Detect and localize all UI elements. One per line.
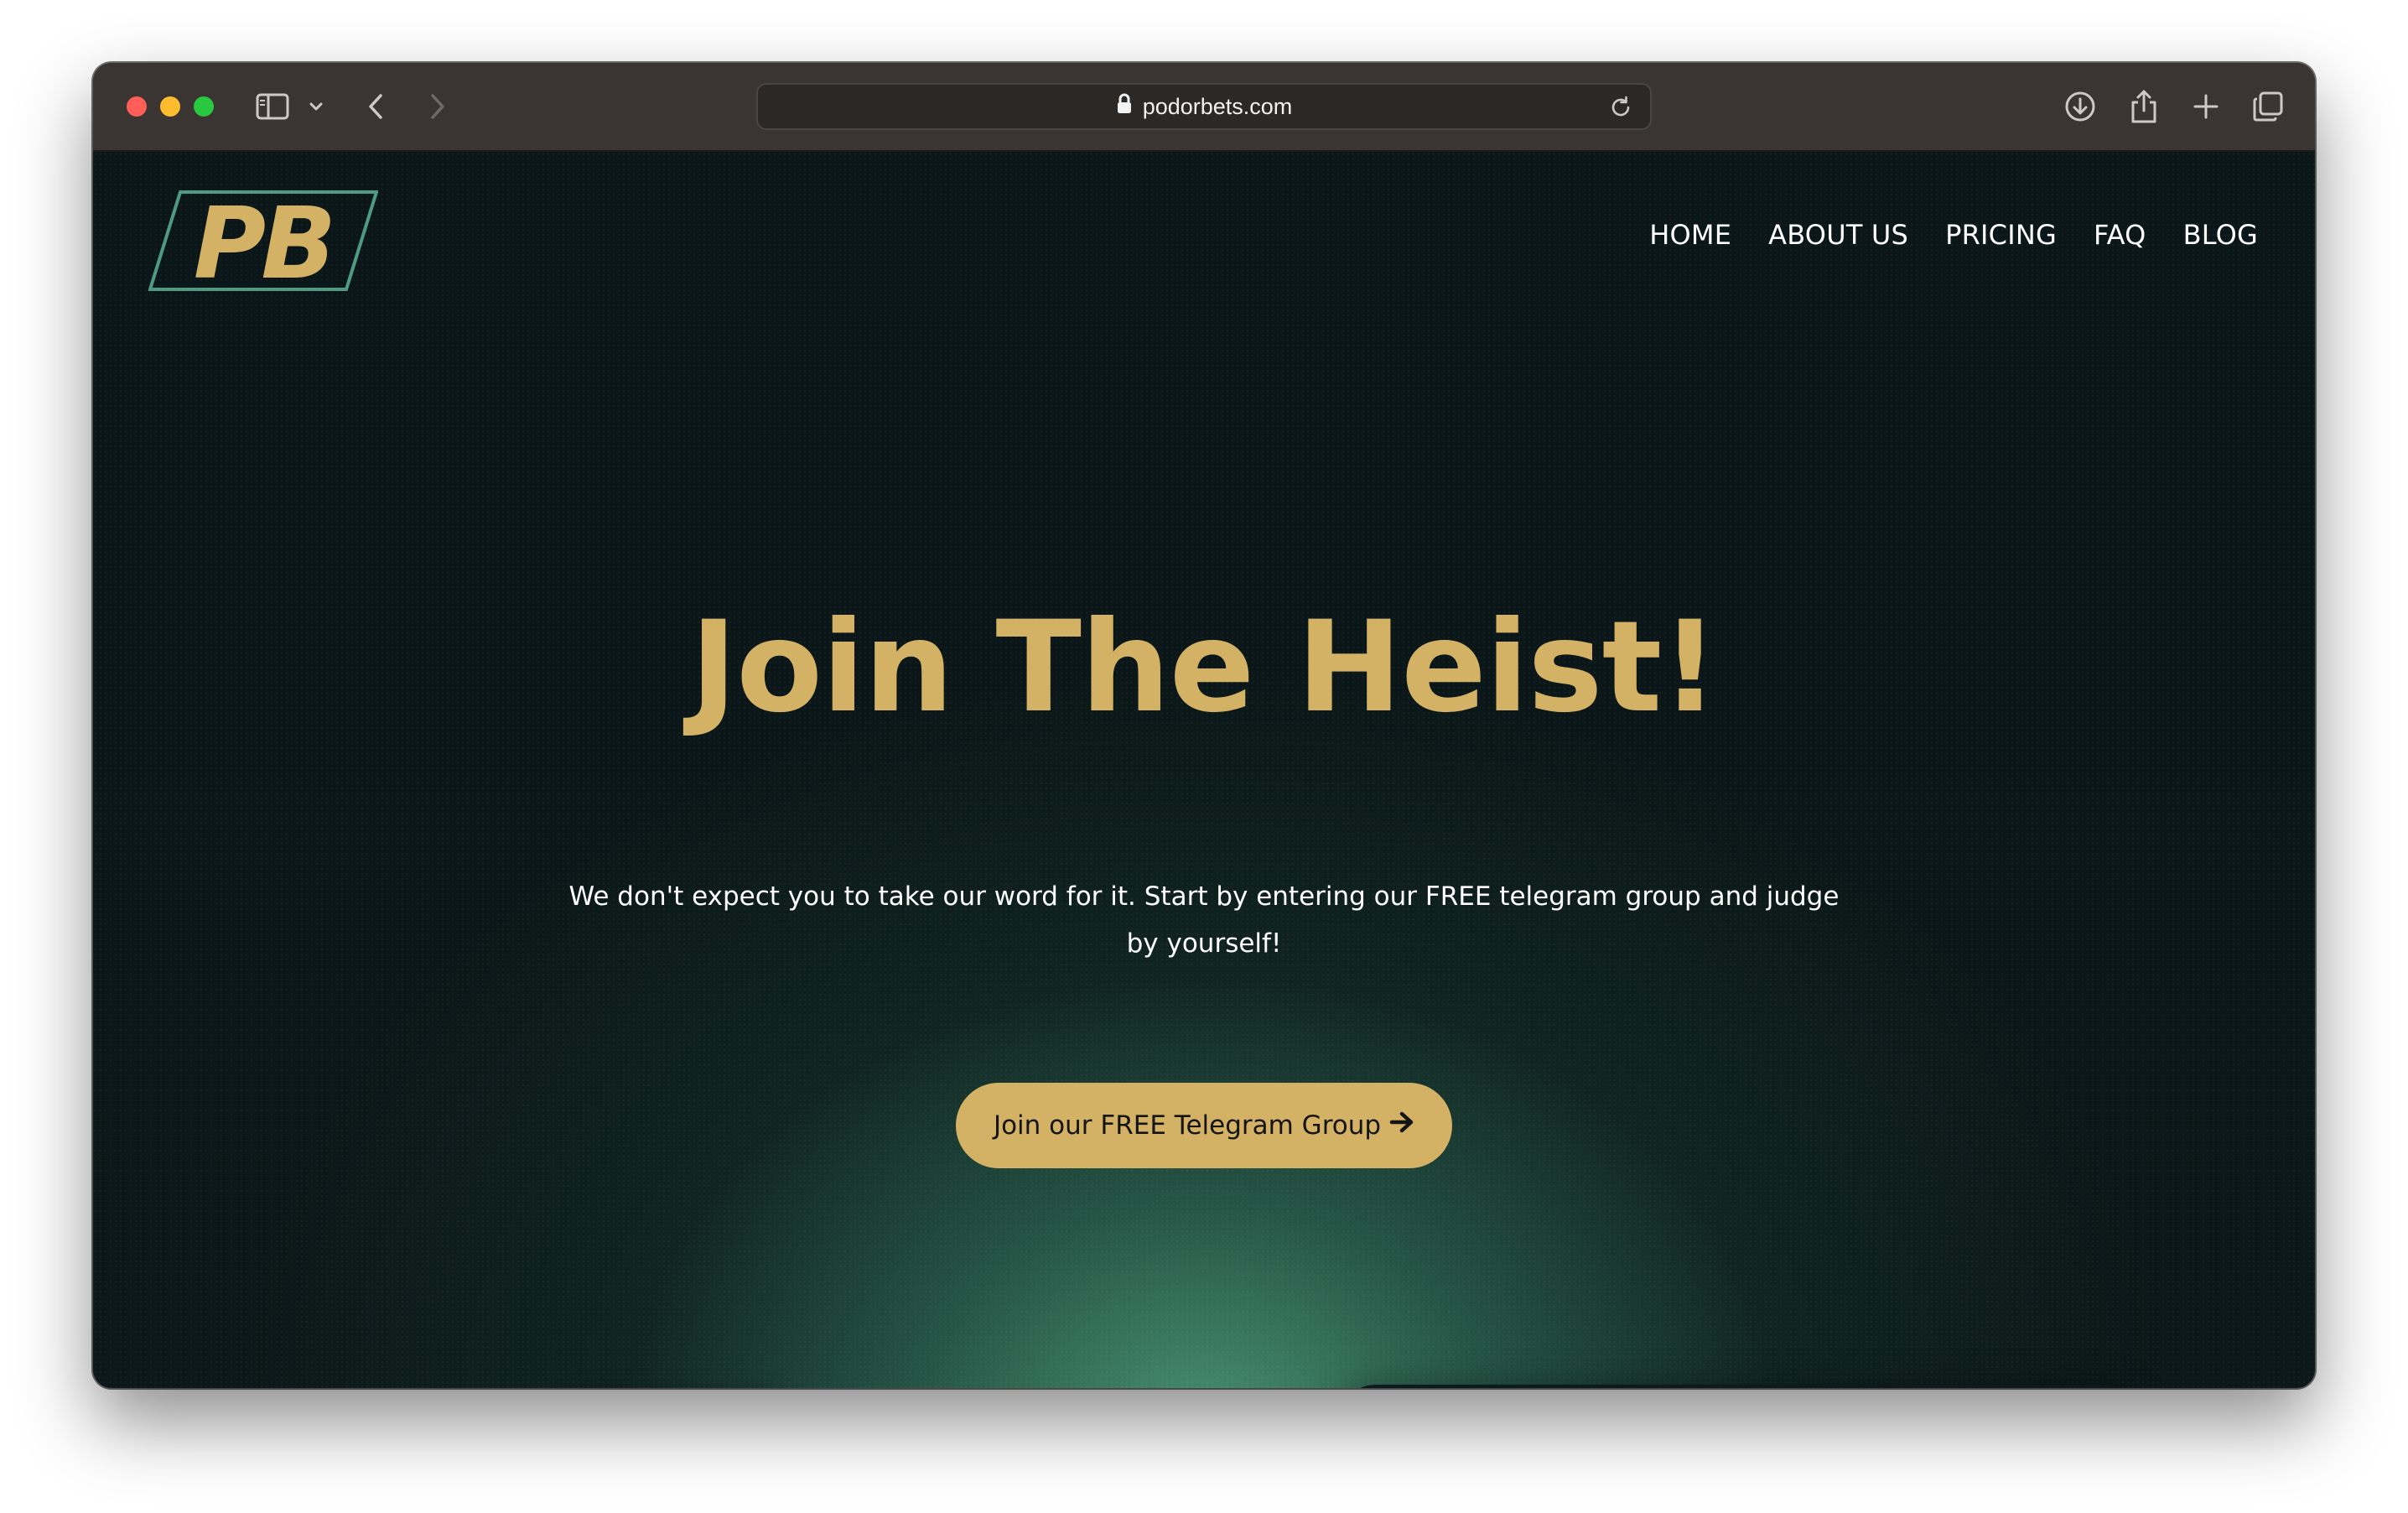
plus-icon[interactable]	[2187, 86, 2224, 127]
logo-text: PB	[194, 189, 331, 293]
url-text: podorbets.com	[1142, 93, 1293, 119]
nav-about-us[interactable]: ABOUT US	[1768, 219, 1908, 251]
dark-card-preview	[1337, 1385, 2139, 1388]
join-telegram-button[interactable]: Join our FREE Telegram Group	[956, 1083, 1452, 1168]
share-icon[interactable]	[2125, 86, 2162, 127]
nav-blog[interactable]: BLOG	[2183, 219, 2258, 251]
nav-home[interactable]: HOME	[1649, 219, 1731, 251]
address-bar[interactable]: podorbets.com	[756, 83, 1652, 130]
tabs-icon[interactable]	[2250, 86, 2286, 127]
hero-title: Join The Heist!	[690, 595, 1718, 741]
desktop: podorbets.com PB HOME ABOUT US PRICING F…	[0, 0, 2408, 1513]
sidebar-icon[interactable]	[252, 86, 293, 127]
site-logo[interactable]: PB	[148, 185, 379, 301]
close-window-button[interactable]	[127, 96, 147, 117]
nav-pricing[interactable]: PRICING	[1945, 219, 2057, 251]
zoom-window-button[interactable]	[194, 96, 214, 117]
browser-window: podorbets.com PB HOME ABOUT US PRICING F…	[93, 63, 2315, 1388]
chevron-left-icon[interactable]	[360, 86, 393, 127]
web-page: PB HOME ABOUT US PRICING FAQ BLOG Join T…	[93, 152, 2315, 1388]
minimize-window-button[interactable]	[160, 96, 180, 117]
download-icon[interactable]	[2062, 86, 2099, 127]
reload-icon[interactable]	[1608, 95, 1633, 120]
hero-subtitle: We don't expect you to take our word for…	[568, 881, 1840, 959]
nav-faq[interactable]: FAQ	[2094, 219, 2146, 251]
chevron-right-icon[interactable]	[420, 86, 454, 127]
browser-toolbar: podorbets.com	[93, 63, 2315, 152]
main-nav: HOME ABOUT US PRICING FAQ BLOG	[1649, 219, 2258, 251]
chevron-down-icon[interactable]	[306, 86, 326, 127]
lock-icon	[1116, 93, 1133, 121]
join-telegram-label: Join our FREE Telegram Group	[993, 1110, 1382, 1141]
arrow-right-icon	[1389, 1110, 1414, 1141]
